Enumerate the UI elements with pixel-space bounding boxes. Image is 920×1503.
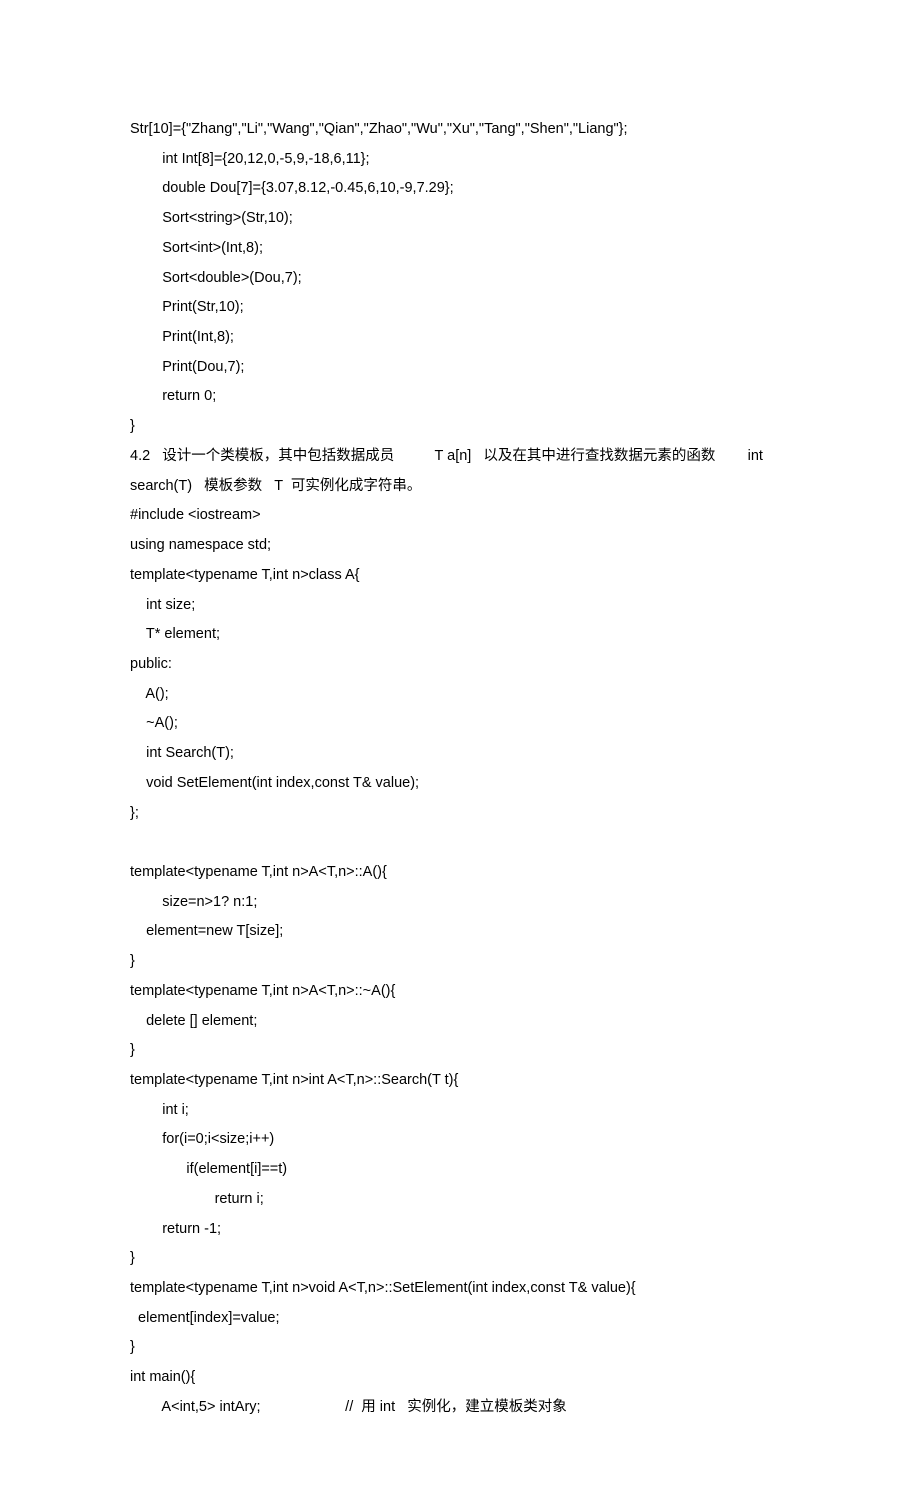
code-line-39: template<typename T,int n>void A<T,n>::S… [130,1274,790,1304]
code-line-27: element=new T[size]; [130,917,790,947]
code-line-24 [130,828,790,858]
code-line-42: int main(){ [130,1363,790,1393]
code-line-4: Sort<int>(Int,8); [130,234,790,264]
code-line-28: } [130,947,790,977]
code-line-15: template<typename T,int n>class A{ [130,561,790,591]
code-line-34: for(i=0;i<size;i++) [130,1125,790,1155]
code-line-25: template<typename T,int n>A<T,n>::A(){ [130,858,790,888]
code-line-23: }; [130,799,790,829]
code-line-32: template<typename T,int n>int A<T,n>::Se… [130,1066,790,1096]
code-line-5: Sort<double>(Dou,7); [130,264,790,294]
code-line-41: } [130,1333,790,1363]
code-line-20: ~A(); [130,709,790,739]
code-line-36: return i; [130,1185,790,1215]
code-line-8: Print(Dou,7); [130,353,790,383]
code-line-13: #include <iostream> [130,501,790,531]
code-line-38: } [130,1244,790,1274]
code-line-2: double Dou[7]={3.07,8.12,-0.45,6,10,-9,7… [130,174,790,204]
code-line-9: return 0; [130,382,790,412]
code-line-12: search(T) 模板参数 T 可实例化成字符串。 [130,472,790,502]
code-line-31: } [130,1036,790,1066]
code-line-37: return -1; [130,1215,790,1245]
code-line-30: delete [] element; [130,1007,790,1037]
code-line-3: Sort<string>(Str,10); [130,204,790,234]
code-line-18: public: [130,650,790,680]
code-line-19: A(); [130,680,790,710]
code-line-43: A<int,5> intAry; // 用 int 实例化，建立模板类对象 [130,1393,790,1423]
code-line-0: Str[10]={"Zhang","Li","Wang","Qian","Zha… [130,115,790,145]
code-line-33: int i; [130,1096,790,1126]
code-line-21: int Search(T); [130,739,790,769]
code-line-22: void SetElement(int index,const T& value… [130,769,790,799]
document-page: Str[10]={"Zhang","Li","Wang","Qian","Zha… [0,0,920,1503]
code-line-35: if(element[i]==t) [130,1155,790,1185]
code-line-26: size=n>1? n:1; [130,888,790,918]
code-line-29: template<typename T,int n>A<T,n>::~A(){ [130,977,790,1007]
code-line-40: element[index]=value; [130,1304,790,1334]
code-line-16: int size; [130,591,790,621]
code-line-17: T* element; [130,620,790,650]
code-line-1: int Int[8]={20,12,0,-5,9,-18,6,11}; [130,145,790,175]
code-line-10: } [130,412,790,442]
code-line-14: using namespace std; [130,531,790,561]
code-line-11: 4.2 设计一个类模板，其中包括数据成员 T a[n] 以及在其中进行查找数据元… [130,442,790,472]
code-line-7: Print(Int,8); [130,323,790,353]
code-line-6: Print(Str,10); [130,293,790,323]
